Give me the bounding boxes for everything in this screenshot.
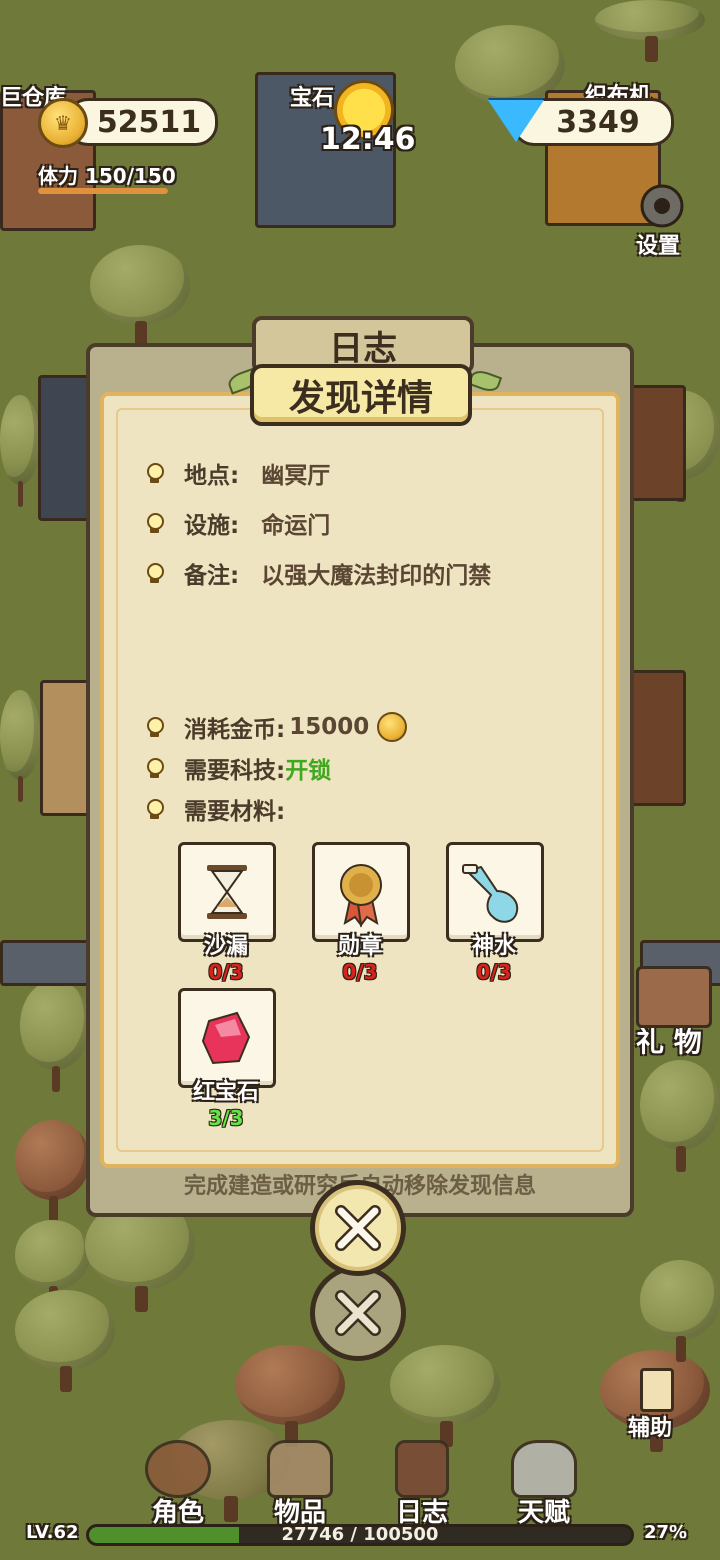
close-button[interactable]	[310, 1180, 406, 1276]
xp-bar: 27746 / 100500	[86, 1524, 634, 1546]
nav-talent[interactable]: 天赋	[494, 1440, 594, 1529]
book-icon	[395, 1440, 449, 1498]
medal-icon	[340, 864, 382, 928]
close-button-shadow	[310, 1265, 406, 1361]
close-icon	[335, 1290, 381, 1336]
tech-row: 需要科技: 开锁	[142, 751, 331, 785]
weapon-rack-building[interactable]	[630, 670, 686, 806]
settings-button[interactable]	[632, 176, 692, 236]
tree	[595, 0, 705, 62]
gift-icon[interactable]	[636, 966, 712, 1028]
wall-segment	[0, 940, 90, 986]
lightbulb-icon	[142, 755, 166, 781]
stamina-label: 体力 150/150	[38, 164, 176, 188]
facility-row: 设施: 命运门	[142, 506, 330, 540]
lightbulb-icon	[142, 460, 166, 486]
dialog-title: 发现详情	[250, 364, 472, 426]
coin-counter: 52511	[66, 98, 218, 146]
assist-hourglass-icon[interactable]	[640, 1368, 674, 1412]
nav-character[interactable]: 角色	[128, 1440, 228, 1529]
hourglass-icon	[207, 865, 247, 919]
tree	[640, 1260, 720, 1362]
coin-icon	[377, 712, 408, 742]
wings-sword-icon	[511, 1440, 577, 1498]
gold-cost-row: 消耗金币: 15000	[142, 710, 408, 744]
tree	[15, 1220, 90, 1312]
gear-icon	[640, 184, 684, 228]
remark-row: 备注: 以强大魔法封印的门禁	[142, 556, 491, 590]
backpack-icon	[267, 1440, 333, 1498]
material-slot[interactable]: 红宝石 3/3	[178, 988, 276, 1130]
settings-label: 设置	[636, 234, 681, 259]
tree	[15, 1290, 115, 1392]
nav-log[interactable]: 日志	[372, 1440, 472, 1529]
nav-items[interactable]: 物品	[250, 1440, 350, 1529]
material-slot[interactable]: 勋章 0/3	[312, 842, 410, 984]
tree	[235, 1345, 345, 1447]
game-clock: 12:46	[320, 122, 416, 157]
lightbulb-icon	[142, 510, 166, 536]
coin-icon: ♛	[38, 98, 88, 148]
tree	[640, 1060, 720, 1172]
lumber-building[interactable]	[630, 385, 686, 501]
close-icon	[335, 1205, 381, 1251]
potion-icon	[462, 864, 519, 923]
coin-amount: 52511	[96, 104, 202, 140]
gem-label: 宝石	[290, 86, 335, 111]
tree	[15, 1120, 90, 1222]
character-icon	[145, 1440, 211, 1498]
tree	[0, 395, 40, 507]
level-label: LV.62	[26, 1522, 79, 1543]
tree	[0, 690, 40, 802]
materials-row: 需要材料:	[142, 792, 285, 826]
ruby-icon	[201, 1011, 251, 1065]
material-slot[interactable]: 沙漏 0/3	[178, 842, 276, 984]
assist-label[interactable]: 辅助	[628, 1410, 672, 1442]
xp-percent: 27%	[644, 1522, 688, 1543]
lightbulb-icon	[142, 796, 166, 822]
diamond-icon	[488, 100, 544, 142]
material-slot[interactable]: 神水 0/3	[446, 842, 544, 984]
tree	[390, 1345, 500, 1447]
stamina-bar-fill	[38, 188, 168, 194]
lightbulb-icon	[142, 714, 166, 740]
tree	[90, 245, 190, 347]
tree	[20, 980, 90, 1092]
stamina-bar	[38, 188, 168, 194]
lightbulb-icon	[142, 560, 166, 586]
gem-amount: 3349	[556, 104, 640, 140]
location-row: 地点: 幽冥厅	[142, 456, 330, 490]
xp-text: 27746 / 100500	[281, 1524, 439, 1545]
